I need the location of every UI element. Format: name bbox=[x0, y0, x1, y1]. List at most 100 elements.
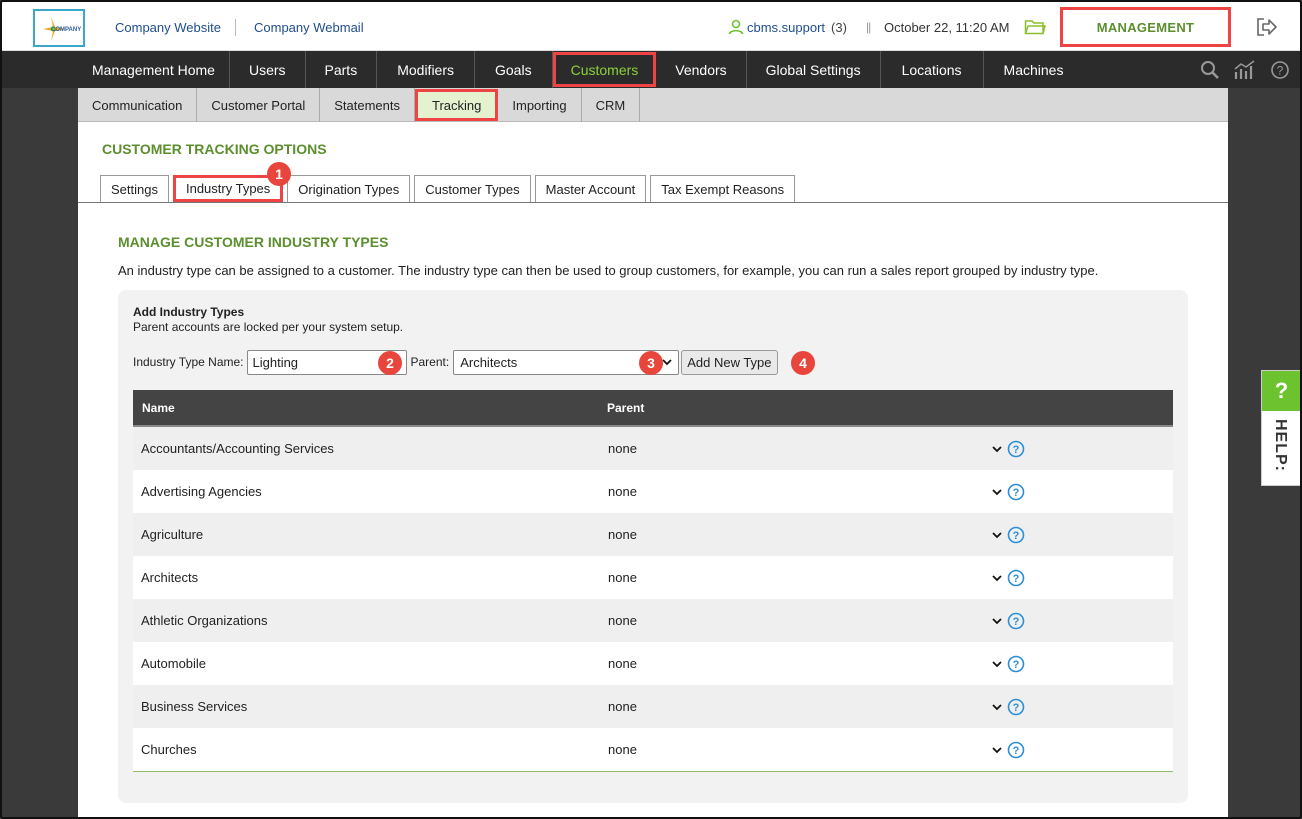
company-logo[interactable]: COMPANY bbox=[33, 9, 85, 47]
parent-select-value: Architects bbox=[460, 354, 518, 370]
row-actions: ? bbox=[992, 526, 1025, 544]
help-tab[interactable]: ? HELP: bbox=[1261, 370, 1300, 486]
industry-types-panel: Add Industry Types Parent accounts are l… bbox=[118, 290, 1188, 803]
chevron-down-icon[interactable] bbox=[992, 746, 1002, 754]
panel-heading: Add Industry Types bbox=[133, 305, 245, 319]
search-icon[interactable] bbox=[1200, 60, 1220, 80]
nav-tools: ? bbox=[1200, 60, 1290, 80]
table-body: Accountants/Accounting Services none ? A… bbox=[133, 427, 1173, 771]
table-row: Accountants/Accounting Services none ? bbox=[133, 427, 1173, 470]
nav-locations[interactable]: Locations bbox=[881, 51, 984, 88]
row-parent: none bbox=[608, 484, 637, 499]
tab-customer-types[interactable]: Customer Types bbox=[414, 175, 531, 202]
help-icon[interactable]: ? bbox=[1007, 655, 1025, 673]
user-count: (3) bbox=[831, 19, 847, 35]
nav-customers[interactable]: Customers bbox=[552, 52, 657, 87]
help-icon[interactable]: ? bbox=[1007, 612, 1025, 630]
tab-origination-types[interactable]: Origination Types bbox=[287, 175, 411, 202]
tracking-tabs: Settings Industry Types Origination Type… bbox=[100, 175, 796, 202]
help-circle-icon[interactable]: ? bbox=[1270, 60, 1290, 80]
chevron-down-icon[interactable] bbox=[992, 660, 1002, 668]
user-icon bbox=[728, 19, 744, 35]
help-icon[interactable]: ? bbox=[1007, 440, 1025, 458]
step-badge-3: 3 bbox=[639, 351, 663, 375]
row-parent: none bbox=[608, 742, 637, 757]
row-actions: ? bbox=[992, 655, 1025, 673]
nav-modifiers[interactable]: Modifiers bbox=[377, 51, 475, 88]
table-row: Architects none ? bbox=[133, 556, 1173, 599]
company-webmail-link[interactable]: Company Webmail bbox=[254, 20, 364, 35]
top-link-divider bbox=[235, 19, 236, 36]
nav-users[interactable]: Users bbox=[230, 51, 306, 88]
nav-parts[interactable]: Parts bbox=[306, 51, 378, 88]
nav-vendors[interactable]: Vendors bbox=[656, 51, 747, 88]
nav-goals[interactable]: Goals bbox=[475, 51, 553, 88]
chevron-down-icon[interactable] bbox=[992, 617, 1002, 625]
row-name: Agriculture bbox=[141, 527, 204, 542]
row-actions: ? bbox=[992, 483, 1025, 501]
main-content: CUSTOMER TRACKING OPTIONS Settings Indus… bbox=[78, 122, 1228, 817]
tab-tax-exempt-reasons[interactable]: Tax Exempt Reasons bbox=[650, 175, 796, 202]
svg-text:?: ? bbox=[1013, 573, 1020, 585]
panel-note: Parent accounts are locked per your syst… bbox=[133, 320, 404, 334]
svg-text:?: ? bbox=[1013, 487, 1020, 499]
help-question-icon: ? bbox=[1262, 371, 1300, 411]
user-name: cbms.support bbox=[747, 19, 826, 35]
table-row: Agriculture none ? bbox=[133, 513, 1173, 556]
subnav-customer-portal[interactable]: Customer Portal bbox=[197, 88, 321, 122]
subnav-communication[interactable]: Communication bbox=[78, 88, 198, 122]
help-icon[interactable]: ? bbox=[1007, 526, 1025, 544]
tab-settings[interactable]: Settings bbox=[100, 175, 169, 202]
subnav-statements[interactable]: Statements bbox=[320, 88, 416, 122]
chevron-down-icon[interactable] bbox=[992, 488, 1002, 496]
subnav-crm[interactable]: CRM bbox=[582, 88, 641, 122]
header-parent[interactable]: Parent bbox=[607, 401, 644, 415]
user-menu[interactable]: cbms.support (3) bbox=[728, 19, 847, 35]
management-button[interactable]: MANAGEMENT bbox=[1060, 7, 1231, 47]
row-parent: none bbox=[608, 613, 637, 628]
top-bar: COMPANY Company Website Company Webmail … bbox=[2, 2, 1300, 51]
chevron-down-icon[interactable] bbox=[992, 574, 1002, 582]
svg-text:?: ? bbox=[1013, 530, 1020, 542]
nav-global-settings[interactable]: Global Settings bbox=[747, 51, 881, 88]
tab-divider bbox=[78, 202, 1228, 203]
row-actions: ? bbox=[992, 440, 1025, 458]
step-badge-1: 1 bbox=[267, 162, 291, 186]
tab-industry-types[interactable]: Industry Types bbox=[172, 175, 284, 202]
row-actions: ? bbox=[992, 698, 1025, 716]
row-parent: none bbox=[608, 441, 637, 456]
help-icon[interactable]: ? bbox=[1007, 698, 1025, 716]
chevron-down-icon[interactable] bbox=[992, 445, 1002, 453]
subnav-importing[interactable]: Importing bbox=[498, 88, 582, 122]
svg-text:?: ? bbox=[1277, 64, 1284, 78]
subnav-tracking[interactable]: Tracking bbox=[415, 89, 499, 121]
folder-icon[interactable] bbox=[1024, 18, 1046, 36]
section-title: CUSTOMER TRACKING OPTIONS bbox=[102, 141, 327, 157]
row-name: Athletic Organizations bbox=[141, 613, 268, 628]
chevron-down-icon[interactable] bbox=[992, 531, 1002, 539]
company-website-link[interactable]: Company Website bbox=[115, 20, 221, 35]
chevron-down-icon[interactable] bbox=[992, 703, 1002, 711]
svg-text:?: ? bbox=[1013, 745, 1020, 757]
row-parent: none bbox=[608, 570, 637, 585]
logout-icon[interactable] bbox=[1256, 17, 1278, 37]
analytics-icon[interactable] bbox=[1234, 60, 1256, 80]
row-parent: none bbox=[608, 699, 637, 714]
add-new-type-button[interactable]: Add New Type bbox=[681, 349, 778, 375]
row-name: Churches bbox=[141, 742, 197, 757]
table-row: Advertising Agencies none ? bbox=[133, 470, 1173, 513]
datetime: October 22, 11:20 AM bbox=[884, 20, 1010, 35]
help-icon[interactable]: ? bbox=[1007, 569, 1025, 587]
header-name[interactable]: Name bbox=[142, 401, 175, 415]
help-icon[interactable]: ? bbox=[1007, 741, 1025, 759]
table-row: Athletic Organizations none ? bbox=[133, 599, 1173, 642]
row-actions: ? bbox=[992, 569, 1025, 587]
chevron-down-icon bbox=[662, 359, 672, 366]
tab-master-account[interactable]: Master Account bbox=[534, 175, 647, 202]
sub-title: MANAGE CUSTOMER INDUSTRY TYPES bbox=[118, 234, 389, 250]
svg-text:?: ? bbox=[1013, 616, 1020, 628]
help-icon[interactable]: ? bbox=[1007, 483, 1025, 501]
nav-management-home[interactable]: Management Home bbox=[78, 51, 230, 88]
nav-machines[interactable]: Machines bbox=[984, 51, 1084, 88]
row-name: Architects bbox=[141, 570, 199, 585]
